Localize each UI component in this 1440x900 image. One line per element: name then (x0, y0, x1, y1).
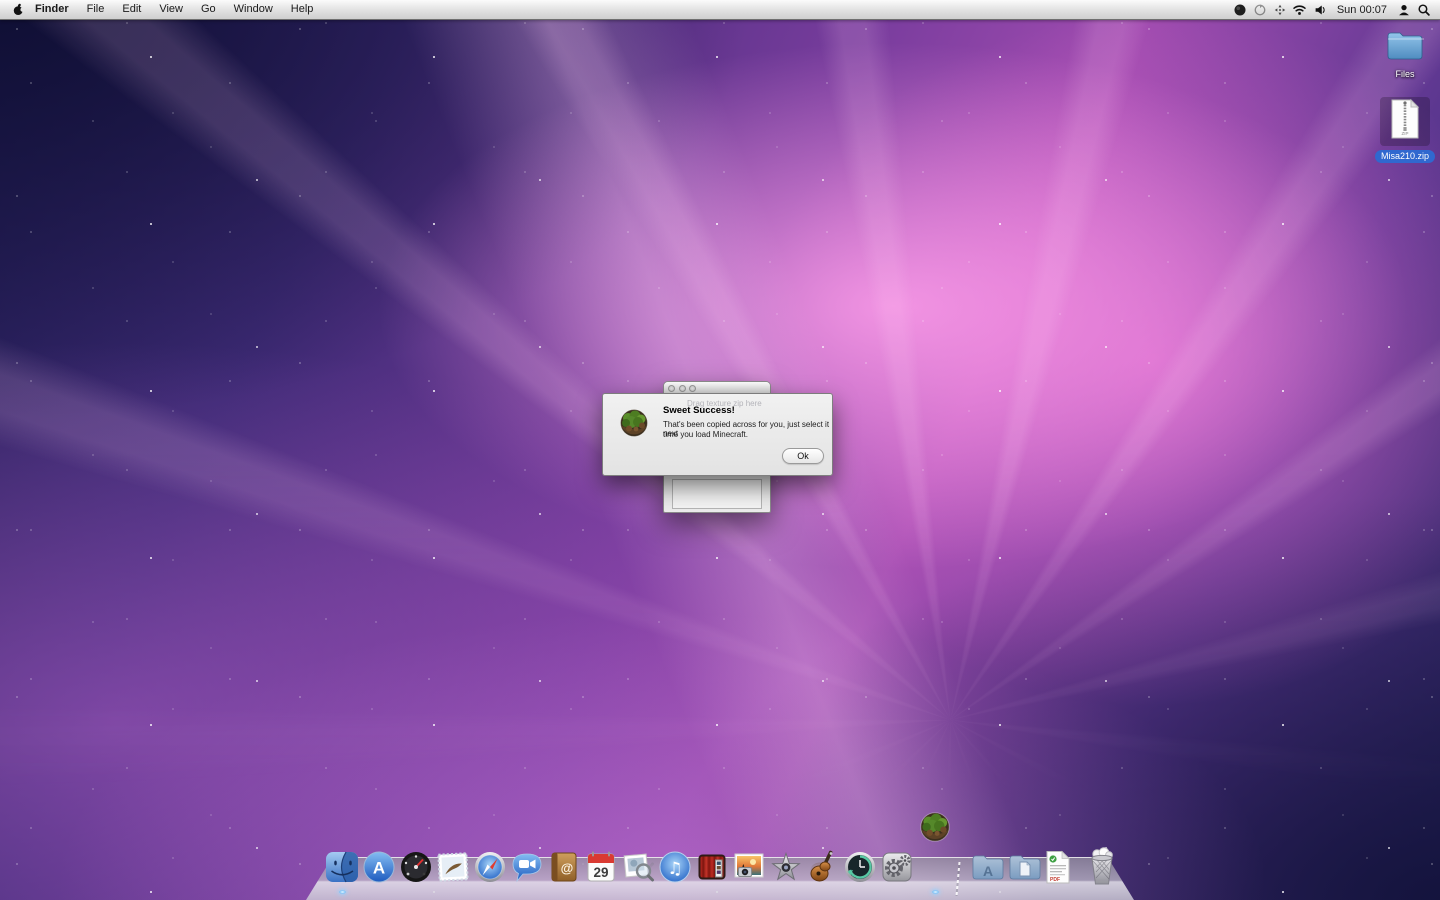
itunes-note-glyph: ♫ (667, 859, 682, 879)
drop-zone[interactable] (672, 479, 762, 509)
user-switch-icon[interactable] (1396, 2, 1412, 18)
desktop: Finder File Edit View Go Window Help Sun… (0, 0, 1440, 900)
address-book-glyph: @ (561, 861, 574, 876)
desktop-icon-zip-file[interactable]: ZIP Misa210.zip (1370, 97, 1440, 164)
volume-icon[interactable] (1312, 2, 1328, 18)
running-indicator-finder (339, 890, 346, 894)
dock-icon-safari[interactable] (472, 849, 508, 885)
dock-icon-address-book[interactable]: @ (546, 849, 582, 885)
menu-bar: Finder File Edit View Go Window Help Sun… (0, 0, 1440, 20)
sync-status-icon[interactable] (1252, 2, 1268, 18)
menu-finder[interactable]: Finder (26, 0, 78, 19)
dock-icon-preview[interactable] (620, 849, 656, 885)
dock-icon-mail[interactable] (435, 849, 471, 885)
close-button-icon[interactable] (668, 384, 675, 392)
desktop-icon-files-folder[interactable]: Files (1370, 30, 1440, 79)
zip-badge: ZIP (1401, 131, 1408, 136)
menu-go[interactable]: Go (192, 0, 225, 19)
dock-icon-iphoto[interactable] (731, 849, 767, 885)
menu-edit[interactable]: Edit (113, 0, 150, 19)
menu-bar-status-area: Sun 00:07 (1232, 2, 1440, 18)
dark-circle-status-icon[interactable] (1232, 2, 1248, 18)
applications-folder-glyph: A (983, 863, 993, 879)
dialog-body-line2: time you load Minecraft. (663, 430, 748, 439)
menu-file[interactable]: File (78, 0, 114, 19)
drop-hint-text: Drag texture zip here (687, 399, 762, 408)
wifi-icon[interactable] (1292, 2, 1308, 18)
menu-view[interactable]: View (150, 0, 192, 19)
minecraft-globe-icon (616, 405, 652, 441)
ok-button[interactable]: Ok (782, 448, 824, 464)
dock-icon-ical[interactable]: 29 (583, 849, 619, 885)
pdf-label-glyph: PDF (1050, 877, 1060, 883)
dock-icon-dashboard[interactable] (398, 849, 434, 885)
ical-date-glyph: 29 (593, 865, 608, 880)
running-indicator-minecraft (932, 890, 939, 894)
dock-icon-system-preferences[interactable] (879, 849, 915, 885)
dock-icon-imovie[interactable] (768, 849, 804, 885)
dock-icon-trash[interactable] (1082, 845, 1122, 887)
menu-help[interactable]: Help (282, 0, 323, 19)
dock-stack-documents[interactable] (1007, 849, 1043, 885)
dock-icon-finder[interactable] (324, 849, 360, 885)
dock-stack-applications[interactable]: A (970, 849, 1006, 885)
menu-bar-clock[interactable]: Sun 00:07 (1332, 4, 1392, 16)
dock-icon-photo-booth[interactable] (694, 849, 730, 885)
zip-file-icon: ZIP (1380, 97, 1430, 146)
dock-icon-pdf-document[interactable]: PDF (1040, 849, 1076, 885)
selected-filename-label: Misa210.zip (1374, 150, 1436, 163)
dock-icon-ichat[interactable] (509, 849, 545, 885)
apple-menu-icon[interactable] (10, 2, 26, 18)
dock-icon-garageband[interactable] (805, 849, 841, 885)
app-store-glyph: A (373, 859, 385, 878)
dock-icon-itunes[interactable]: ♫ (657, 849, 693, 885)
minimize-button-icon[interactable] (678, 384, 686, 392)
folder-icon (1386, 30, 1424, 67)
airport-scan-icon[interactable] (1272, 2, 1288, 18)
menu-bar-left: Finder File Edit View Go Window Help (0, 0, 322, 19)
dock-icon-minecraft-bouncing[interactable] (916, 808, 954, 846)
menu-window[interactable]: Window (225, 0, 282, 19)
zoom-button-icon[interactable] (689, 384, 696, 392)
desktop-icon-label: Files (1395, 69, 1415, 79)
dock-icon-app-store[interactable]: A (361, 849, 397, 885)
dock-icon-time-machine[interactable] (842, 849, 878, 885)
spotlight-icon[interactable] (1416, 2, 1432, 18)
